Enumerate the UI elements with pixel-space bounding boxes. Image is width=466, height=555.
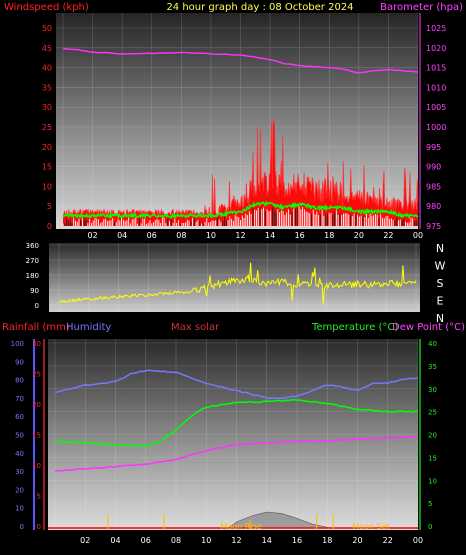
wind-x-tick: 08: [176, 231, 186, 240]
rain-y-tick: 0: [37, 523, 41, 531]
rain-y-tick: 20: [32, 401, 41, 409]
solar-label: Max solar: [171, 322, 220, 333]
wind-y-tick: 25: [42, 123, 52, 132]
baro-y-tick: 1015: [426, 64, 446, 73]
wind-x-tick: 02: [87, 231, 97, 240]
baro-y-tick: 1020: [426, 44, 446, 53]
wind-y-tick: 0: [47, 222, 52, 231]
dir-y-tick: 360: [26, 242, 39, 250]
humidity-y-tick: 10: [15, 505, 24, 513]
temp-x-tick: 06: [141, 536, 151, 545]
dewpoint-label: Dew Point (°C): [392, 322, 465, 333]
wind-y-tick: 20: [42, 143, 52, 152]
humidity-label: Humidity: [66, 322, 111, 333]
baro-y-tick: 1010: [426, 83, 446, 92]
page-title: 24 hour graph day : 08 October 2024: [166, 2, 353, 13]
rain-y-tick: 30: [32, 340, 41, 348]
wind-y-tick: 15: [42, 163, 52, 172]
wind-x-tick: 12: [235, 231, 245, 240]
wind-y-tick: 5: [47, 202, 52, 211]
wind-x-tick: 14: [265, 231, 275, 240]
dir-y-tick: 270: [26, 257, 39, 265]
wind-x-tick: 10: [206, 231, 216, 240]
temp-x-tick: 22: [383, 536, 393, 545]
temperature-label: Temperature (°C): [311, 322, 398, 333]
temp-x-tick: 00: [413, 536, 423, 545]
baro-axis-title: Barometer (hpa): [380, 2, 463, 13]
wind-x-tick: 20: [354, 231, 364, 240]
dir-y-tick: 0: [35, 302, 39, 310]
rain-y-tick: 5: [37, 493, 41, 501]
temp-x-tick: 12: [231, 536, 241, 545]
wind-y-tick: 40: [42, 64, 52, 73]
temp-x-tick: 20: [352, 536, 362, 545]
baro-y-tick: 1005: [426, 103, 446, 112]
wind-axis-title: Windspeed (kph): [4, 2, 89, 13]
wind-x-tick: 22: [383, 231, 393, 240]
baro-y-tick: 990: [426, 163, 441, 172]
temp-x-tick: 04: [110, 536, 120, 545]
humidity-y-tick: 90: [15, 358, 24, 366]
baro-y-tick: 995: [426, 143, 441, 152]
temp-x-tick: 14: [262, 536, 272, 545]
temp-y-tick: 0: [428, 523, 432, 531]
baro-y-tick: 985: [426, 182, 441, 191]
temp-y-tick: 25: [428, 409, 437, 417]
rain-y-tick: 25: [32, 371, 41, 379]
wind-x-tick: 04: [117, 231, 127, 240]
compass-label: N: [436, 242, 444, 255]
wind-x-tick: 16: [295, 231, 305, 240]
humidity-y-tick: 70: [15, 395, 24, 403]
humidity-y-tick: 20: [15, 486, 24, 494]
temp-x-tick: 16: [292, 536, 302, 545]
temp-y-tick: 10: [428, 477, 437, 485]
temp-y-tick: 35: [428, 363, 437, 371]
temp-y-tick: 30: [428, 386, 437, 394]
dir-y-tick: 180: [26, 272, 39, 280]
wind-y-tick: 35: [42, 83, 52, 92]
rain-y-tick: 10: [32, 462, 41, 470]
humidity-y-tick: 0: [20, 523, 24, 531]
wind-y-tick: 10: [42, 182, 52, 191]
wind-x-tick: 18: [324, 231, 334, 240]
baro-y-tick: 1025: [426, 24, 446, 33]
wind-y-tick: 50: [42, 24, 52, 33]
wind-y-tick: 30: [42, 103, 52, 112]
temp-x-tick: 02: [80, 536, 90, 545]
direction-panel-bg: [49, 243, 420, 312]
temp-y-tick: 20: [428, 432, 437, 440]
baro-y-tick: 1000: [426, 123, 446, 132]
temp-x-tick: 08: [171, 536, 181, 545]
temp-x-tick: 10: [201, 536, 211, 545]
temp-x-tick: 18: [322, 536, 332, 545]
temp-y-tick: 15: [428, 454, 437, 462]
humidity-y-tick: 80: [15, 377, 24, 385]
humidity-y-tick: 60: [15, 413, 24, 421]
weather-graph: Windspeed (kph) 24 hour graph day : 08 O…: [2, 2, 465, 545]
compass-label: E: [437, 295, 444, 308]
wind-y-tick: 45: [42, 44, 52, 53]
baro-y-tick: 975: [426, 222, 441, 231]
dir-y-tick: 90: [30, 287, 39, 295]
moon-rise-label: Moon Rise: [220, 522, 261, 531]
wind-x-tick: 00: [413, 231, 423, 240]
temp-y-tick: 5: [428, 500, 432, 508]
humidity-y-tick: 40: [15, 450, 24, 458]
humidity-y-tick: 100: [11, 340, 24, 348]
baro-y-tick: 980: [426, 202, 441, 211]
rainfall-label: Rainfall (mm): [2, 322, 70, 333]
wind-x-tick: 06: [147, 231, 157, 240]
compass-label: S: [437, 277, 444, 290]
rain-y-tick: 15: [32, 432, 41, 440]
moon-set-label: Moon Set: [352, 522, 389, 531]
humidity-y-tick: 50: [15, 432, 24, 440]
humidity-y-tick: 30: [15, 468, 24, 476]
compass-label: W: [435, 260, 446, 273]
temp-y-tick: 40: [428, 340, 437, 348]
